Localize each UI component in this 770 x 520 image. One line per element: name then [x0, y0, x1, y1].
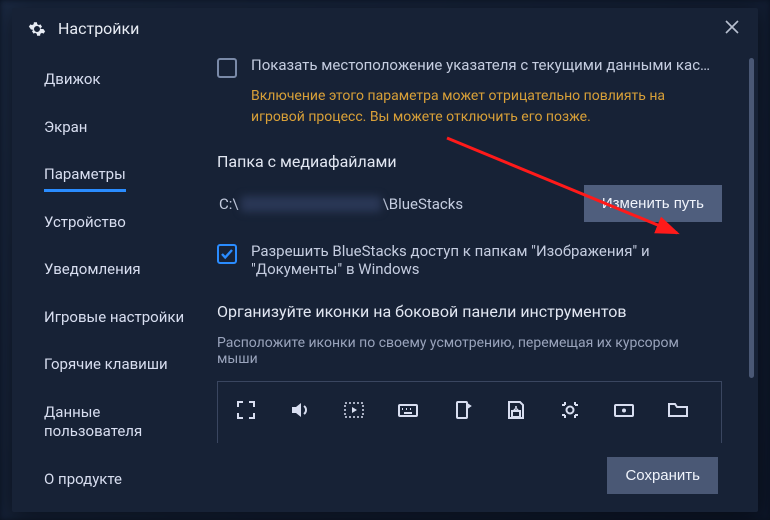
sidebar: Движок Экран Параметры Устройство Уведом…: [12, 50, 197, 512]
sidebar-item-screen[interactable]: Экран: [44, 118, 197, 138]
media-path-suffix: \BlueStacks: [383, 195, 464, 213]
camera-icon[interactable]: [558, 398, 582, 422]
sidebar-item-hotkeys[interactable]: Горячие клавиши: [44, 355, 197, 375]
sidebar-item-notifications[interactable]: Уведомления: [44, 260, 197, 280]
scrollbar[interactable]: [749, 58, 754, 378]
media-rec-icon[interactable]: [342, 398, 366, 422]
landscape-icon[interactable]: [612, 398, 636, 422]
iconbar-sub: Расположите иконки по своему усмотрению,…: [217, 335, 722, 367]
sidebar-item-device[interactable]: Устройство: [44, 213, 197, 233]
icon-arrange-box: [217, 381, 722, 443]
change-path-button[interactable]: Изменить путь: [584, 185, 722, 222]
iconbar-title: Организуйте иконки на боковой панели инс…: [217, 302, 722, 321]
rotate-icon[interactable]: [450, 398, 474, 422]
media-path: C:\ \BlueStacks: [217, 195, 570, 213]
pointer-option-label: Показать местоположение указателя с теку…: [251, 56, 710, 74]
sidebar-item-params[interactable]: Параметры: [44, 165, 197, 185]
media-folder-title: Папка с медиафайлами: [217, 152, 722, 171]
media-path-blurred: [241, 196, 381, 212]
refresh-icon[interactable]: [450, 440, 474, 443]
media-path-prefix: C:\: [219, 195, 239, 213]
pointer-checkbox[interactable]: [217, 58, 237, 78]
fullscreen-icon[interactable]: [234, 398, 258, 422]
gear-icon: [28, 20, 46, 38]
location-icon[interactable]: [288, 440, 312, 443]
save-button[interactable]: Сохранить: [607, 457, 718, 494]
window-title: Настройки: [58, 19, 722, 38]
shake-icon[interactable]: [234, 440, 258, 443]
close-button[interactable]: [722, 18, 742, 39]
folder-icon[interactable]: [666, 398, 690, 422]
access-checkbox[interactable]: [217, 244, 237, 264]
access-option-label: Разрешить BlueStacks доступ к папкам "Из…: [251, 242, 671, 278]
phones-icon[interactable]: [342, 440, 366, 443]
volume-icon[interactable]: [288, 398, 312, 422]
save-disk-icon[interactable]: [504, 398, 528, 422]
sidebar-item-about[interactable]: О продукте: [44, 470, 197, 490]
titlebar: Настройки: [12, 8, 758, 50]
sidebar-item-userdata[interactable]: Данные пользователя: [44, 403, 197, 442]
devices-icon[interactable]: [396, 440, 420, 443]
sidebar-item-engine[interactable]: Движок: [44, 70, 197, 90]
settings-modal: Настройки Движок Экран Параметры Устройс…: [12, 8, 758, 512]
content-pane: Показать местоположение указателя с теку…: [197, 50, 758, 512]
keyboard-icon[interactable]: [396, 398, 420, 422]
pointer-warning-text: Включение этого параметра может отрицате…: [251, 86, 681, 128]
sidebar-item-gamesettings[interactable]: Игровые настройки: [44, 308, 197, 328]
